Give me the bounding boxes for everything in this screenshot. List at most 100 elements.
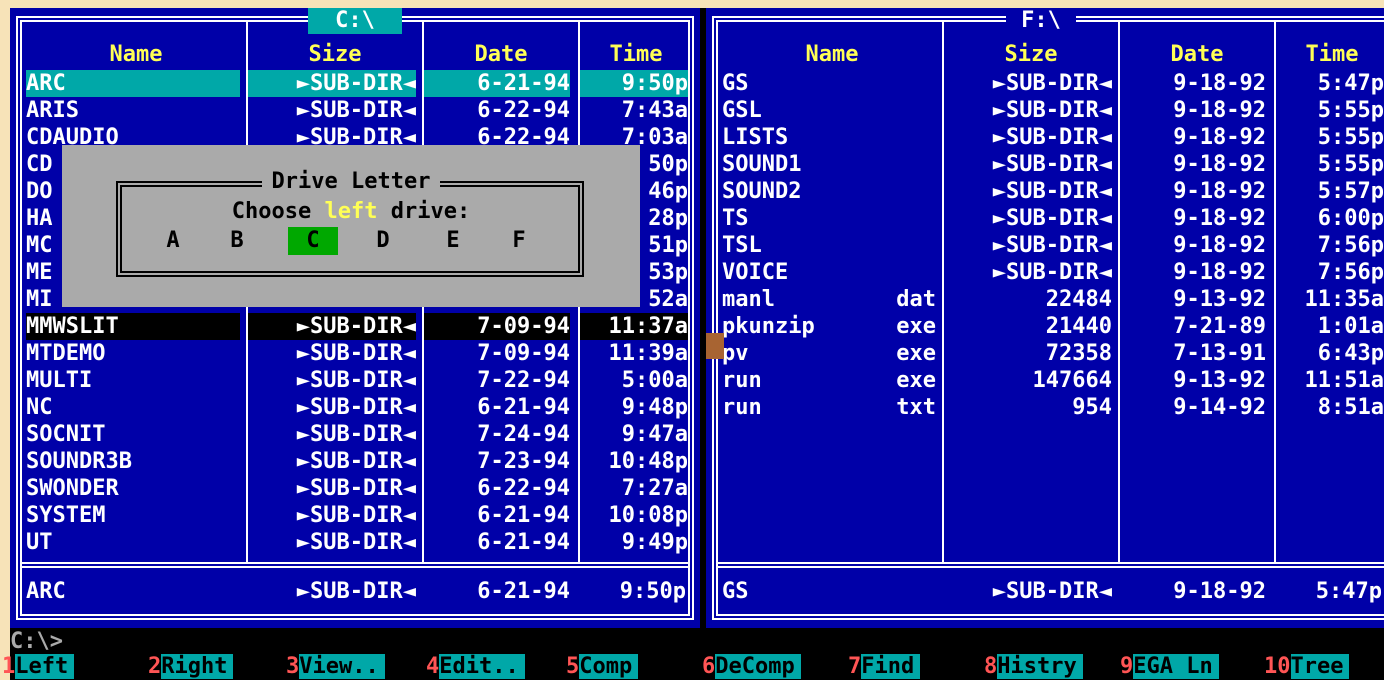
file-row[interactable]: TS ►SUB-DIR◄ 9-18-92 6:00p <box>722 205 1384 232</box>
file-time: 7:43a <box>621 98 688 123</box>
file-name: SOUNDR3B <box>26 449 132 474</box>
file-name: GSL <box>722 98 762 123</box>
file-row[interactable]: SYSTEM ►SUB-DIR◄ 6-21-94 10:08p <box>26 502 690 529</box>
file-ext <box>176 448 240 475</box>
file-time: 5:55p <box>1317 152 1384 177</box>
fkey-number: 5 <box>566 654 580 679</box>
drive-option-b[interactable]: B <box>212 227 262 255</box>
dialog-prompt: Choose left drive: <box>62 199 640 224</box>
file-name: ARC <box>26 70 176 97</box>
file-ext <box>176 475 240 502</box>
file-row[interactable]: UT ►SUB-DIR◄ 6-21-94 9:49p <box>26 529 690 556</box>
file-name: MULTI <box>26 368 93 393</box>
file-date: 9-18-92 <box>1173 260 1266 285</box>
file-date: 9-18-92 <box>1173 206 1266 231</box>
fkey-label: EGA Ln <box>1133 654 1219 679</box>
fkey-4[interactable]: 4Edit.. <box>426 654 525 680</box>
file-size: ►SUB-DIR◄ <box>992 260 1112 285</box>
file-time: 7:56p <box>1317 260 1384 285</box>
file-row[interactable]: ARC ►SUB-DIR◄ 6-21-94 9:50p <box>26 70 690 97</box>
file-name: SWONDER <box>26 476 119 501</box>
fkey-number: 7 <box>848 654 862 679</box>
file-row[interactable]: SWONDER ►SUB-DIR◄ 6-22-94 7:27a <box>26 475 690 502</box>
file-date: 9-14-92 <box>1173 395 1266 420</box>
file-time: 9:47a <box>621 422 688 447</box>
fkey-9[interactable]: 9EGA Ln <box>1120 654 1219 680</box>
left-file-panel[interactable]: C:\ Name Size Date Time ARC ►SUB-DIR◄ 6-21… <box>10 8 700 628</box>
left-status-time: 9:50p <box>619 579 686 604</box>
fkey-6[interactable]: 6DeComp <box>702 654 801 680</box>
fkey-2[interactable]: 2Right <box>148 654 234 680</box>
file-row[interactable]: LISTS ►SUB-DIR◄ 9-18-92 5:55p <box>722 124 1384 151</box>
fkey-label: Histry <box>997 654 1083 679</box>
file-time: 11:39a <box>608 341 688 366</box>
fkey-1[interactable]: 1Left <box>2 654 75 680</box>
file-row[interactable]: MTDEMO ►SUB-DIR◄ 7-09-94 11:39a <box>26 340 690 367</box>
file-date: 7-09-94 <box>424 313 570 340</box>
fkey-10[interactable]: 10Tree <box>1264 654 1350 680</box>
file-time: 7:56p <box>1317 233 1384 258</box>
left-header-name: Name <box>109 42 163 67</box>
drive-option-c[interactable]: C <box>288 227 338 255</box>
file-row[interactable]: manl dat 22484 9-13-92 11:35a <box>722 286 1384 313</box>
fkey-8[interactable]: 8Histry <box>984 654 1083 680</box>
file-row[interactable]: SOUND1 ►SUB-DIR◄ 9-18-92 5:55p <box>722 151 1384 178</box>
fkey-label: Find <box>861 654 921 679</box>
file-row[interactable]: GSL ►SUB-DIR◄ 9-18-92 5:55p <box>722 97 1384 124</box>
file-row[interactable]: MULTI ►SUB-DIR◄ 7-22-94 5:00a <box>26 367 690 394</box>
drive-option-e[interactable]: E <box>428 227 478 255</box>
right-file-panel[interactable]: F:\ Name Size Date Time GS ►SUB-DIR◄ 9-18-… <box>706 8 1384 628</box>
file-date: 6-22-94 <box>477 98 570 123</box>
drive-option-a[interactable]: A <box>148 227 198 255</box>
command-line-prompt[interactable]: C:\> <box>10 630 63 654</box>
file-ext: txt <box>896 395 936 420</box>
file-row[interactable]: pv exe 72358 7-13-91 6:43p <box>722 340 1384 367</box>
fkey-5[interactable]: 5Comp <box>566 654 639 680</box>
left-header-size: Size <box>308 42 362 67</box>
fkey-label: Tree <box>1290 654 1350 679</box>
cursor-marker <box>706 333 724 359</box>
file-ext: exe <box>896 341 936 366</box>
fkey-3[interactable]: 3View.. <box>286 654 385 680</box>
file-row[interactable]: TSL ►SUB-DIR◄ 9-18-92 7:56p <box>722 232 1384 259</box>
file-name: pv <box>722 341 749 366</box>
file-row[interactable]: MMWSLIT ►SUB-DIR◄ 7-09-94 11:37a <box>26 313 690 340</box>
file-time: 5:55p <box>1317 125 1384 150</box>
file-row[interactable]: run exe 147664 9-13-92 11:51a <box>722 367 1384 394</box>
file-size: ►SUB-DIR◄ <box>992 98 1112 123</box>
file-row[interactable]: pkunzip exe 21440 7-21-89 1:01a <box>722 313 1384 340</box>
file-time: 8:51a <box>1317 395 1384 420</box>
file-size: 22484 <box>1045 287 1112 312</box>
drive-option-d[interactable]: D <box>358 227 408 255</box>
right-header-time: Time <box>1305 42 1359 67</box>
right-header-date: Date <box>1170 42 1224 67</box>
drive-option-f[interactable]: F <box>494 227 544 255</box>
file-date: 9-13-92 <box>1173 287 1266 312</box>
file-name: NC <box>26 395 53 420</box>
file-row[interactable]: ARIS ►SUB-DIR◄ 6-22-94 7:43a <box>26 97 690 124</box>
file-row[interactable]: SOUND2 ►SUB-DIR◄ 9-18-92 5:57p <box>722 178 1384 205</box>
file-row[interactable]: VOICE ►SUB-DIR◄ 9-18-92 7:56p <box>722 259 1384 286</box>
file-date: 7-09-94 <box>477 341 570 366</box>
file-date: 9-18-92 <box>1173 98 1266 123</box>
file-size: ►SUB-DIR◄ <box>296 449 416 474</box>
file-size: ►SUB-DIR◄ <box>992 152 1112 177</box>
file-row[interactable]: NC ►SUB-DIR◄ 6-21-94 9:48p <box>26 394 690 421</box>
file-time: 9:48p <box>621 395 688 420</box>
file-name: TS <box>722 206 749 231</box>
file-row[interactable]: GS ►SUB-DIR◄ 9-18-92 5:47p <box>722 70 1384 97</box>
file-time: 1:01a <box>1317 314 1384 339</box>
file-name: UT <box>26 530 53 555</box>
file-ext <box>176 421 240 448</box>
file-ext <box>176 313 240 340</box>
file-date: 7-24-94 <box>477 422 570 447</box>
file-date: 6-21-94 <box>477 503 570 528</box>
dialog-title-wrap: Drive Letter <box>62 169 640 195</box>
file-date: 7-22-94 <box>477 368 570 393</box>
dialog-prompt-after: drive: <box>377 199 471 224</box>
file-row[interactable]: SOUNDR3B ►SUB-DIR◄ 7-23-94 10:48p <box>26 448 690 475</box>
fkey-7[interactable]: 7Find <box>848 654 921 680</box>
file-name: VOICE <box>722 260 789 285</box>
file-row[interactable]: SOCNIT ►SUB-DIR◄ 7-24-94 9:47a <box>26 421 690 448</box>
file-row[interactable]: run txt 954 9-14-92 8:51a <box>722 394 1384 421</box>
